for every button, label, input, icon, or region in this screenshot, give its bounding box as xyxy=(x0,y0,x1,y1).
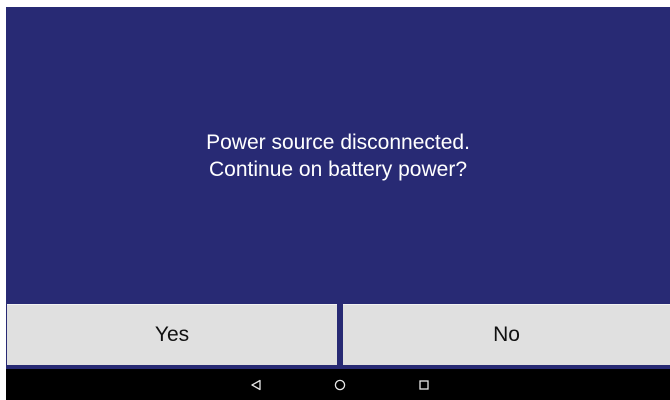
no-button[interactable]: No xyxy=(343,304,670,365)
no-button-label: No xyxy=(493,323,520,346)
yes-button[interactable]: Yes xyxy=(7,304,337,365)
dialog-screen: Power source disconnected. Continue on b… xyxy=(6,7,670,400)
home-icon[interactable] xyxy=(320,369,360,400)
dialog-message: Power source disconnected. Continue on b… xyxy=(6,7,670,304)
navigation-bar xyxy=(6,369,670,400)
recents-icon[interactable] xyxy=(404,369,444,400)
yes-button-label: Yes xyxy=(154,323,190,346)
message-line-1: Power source disconnected. xyxy=(206,130,470,154)
message-line-2: Continue on battery power? xyxy=(209,157,467,181)
back-icon[interactable] xyxy=(236,369,276,400)
